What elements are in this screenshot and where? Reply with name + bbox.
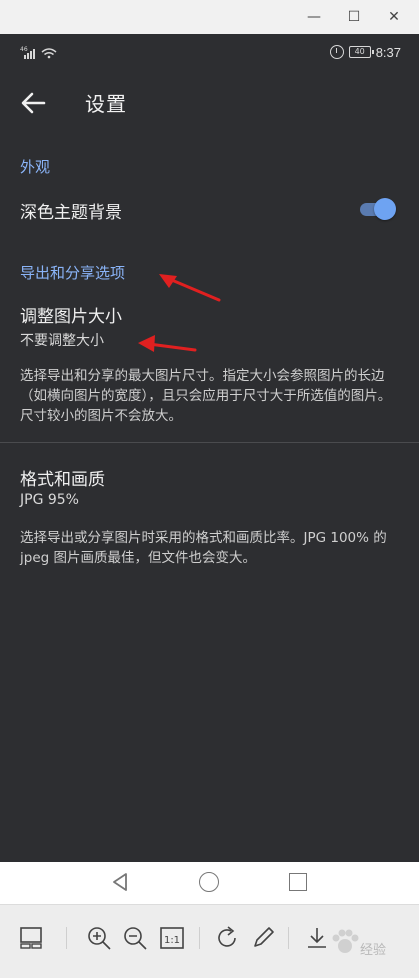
nav-recent-icon[interactable] — [289, 873, 307, 891]
app-bar: 设置 — [0, 70, 419, 136]
close-button[interactable]: ✕ — [380, 6, 408, 28]
paw-watermark-icon — [332, 929, 359, 953]
watermark-text: 经验 — [360, 943, 387, 958]
edit-pencil-icon[interactable] — [250, 925, 276, 951]
window-title-bar: — ☐ ✕ — [0, 0, 419, 34]
section-header-export: 导出和分享选项 — [20, 264, 126, 282]
resize-title[interactable]: 调整图片大小 — [20, 302, 122, 327]
alarm-icon — [329, 45, 344, 59]
watermark: 经验 — [330, 927, 400, 963]
signal-wifi-icon: 46 — [20, 46, 57, 59]
download-icon[interactable] — [304, 925, 330, 951]
format-description: 选择导出或分享图片时采用的格式和画质比率。JPG 100% 的 jpeg 图片画… — [20, 530, 387, 566]
dark-theme-toggle[interactable] — [358, 197, 396, 221]
section-header-appearance: 外观 — [20, 158, 51, 176]
rotate-icon[interactable] — [214, 925, 240, 951]
resize-description: 选择导出和分享的最大图片尺寸。指定大小会参照图片的长边（如横向图片的宽度），且只… — [20, 368, 392, 424]
signal-label: 46 — [20, 46, 28, 53]
actual-size-label: 1:1 — [164, 935, 180, 946]
status-right-group: 40 8:37 — [329, 43, 401, 61]
format-title[interactable]: 格式和画质 — [20, 465, 105, 490]
minimize-button[interactable]: — — [300, 6, 328, 28]
actual-size-icon[interactable]: 1:1 — [159, 925, 185, 951]
toolbar-separator — [66, 927, 67, 949]
viewer-toolbar: 1:1 经验 — [0, 904, 419, 978]
battery-icon: 40 — [348, 46, 374, 58]
page-title: 设置 — [85, 92, 127, 116]
status-bar: 46 40 8:37 — [0, 34, 419, 70]
android-nav-bar — [0, 862, 419, 904]
toolbar-separator — [199, 927, 200, 949]
status-time: 8:37 — [375, 44, 401, 60]
annotation-arrow-icon — [159, 274, 221, 302]
toggle-knob — [374, 198, 396, 220]
zoom-out-icon[interactable] — [122, 925, 148, 951]
nav-back-icon[interactable] — [110, 872, 130, 892]
resize-value[interactable]: 不要调整大小 — [20, 330, 104, 350]
divider — [0, 442, 419, 443]
screenshot-root: — ☐ ✕ 46 40 8:37 设置 外观 深色主题背景 导出和分享选项 调整… — [0, 0, 419, 978]
annotation-arrow-icon — [138, 335, 197, 352]
format-value[interactable]: JPG 95% — [20, 492, 79, 508]
maximize-button[interactable]: ☐ — [340, 6, 368, 28]
thumbnail-view-icon[interactable] — [18, 925, 44, 951]
back-arrow-icon[interactable] — [18, 88, 48, 118]
nav-home-icon[interactable] — [199, 872, 219, 892]
dark-theme-label[interactable]: 深色主题背景 — [20, 198, 122, 223]
phone-screen: 46 40 8:37 设置 外观 深色主题背景 导出和分享选项 调整图片大小 不… — [0, 34, 419, 862]
zoom-in-icon[interactable] — [86, 925, 112, 951]
toolbar-separator — [288, 927, 289, 949]
